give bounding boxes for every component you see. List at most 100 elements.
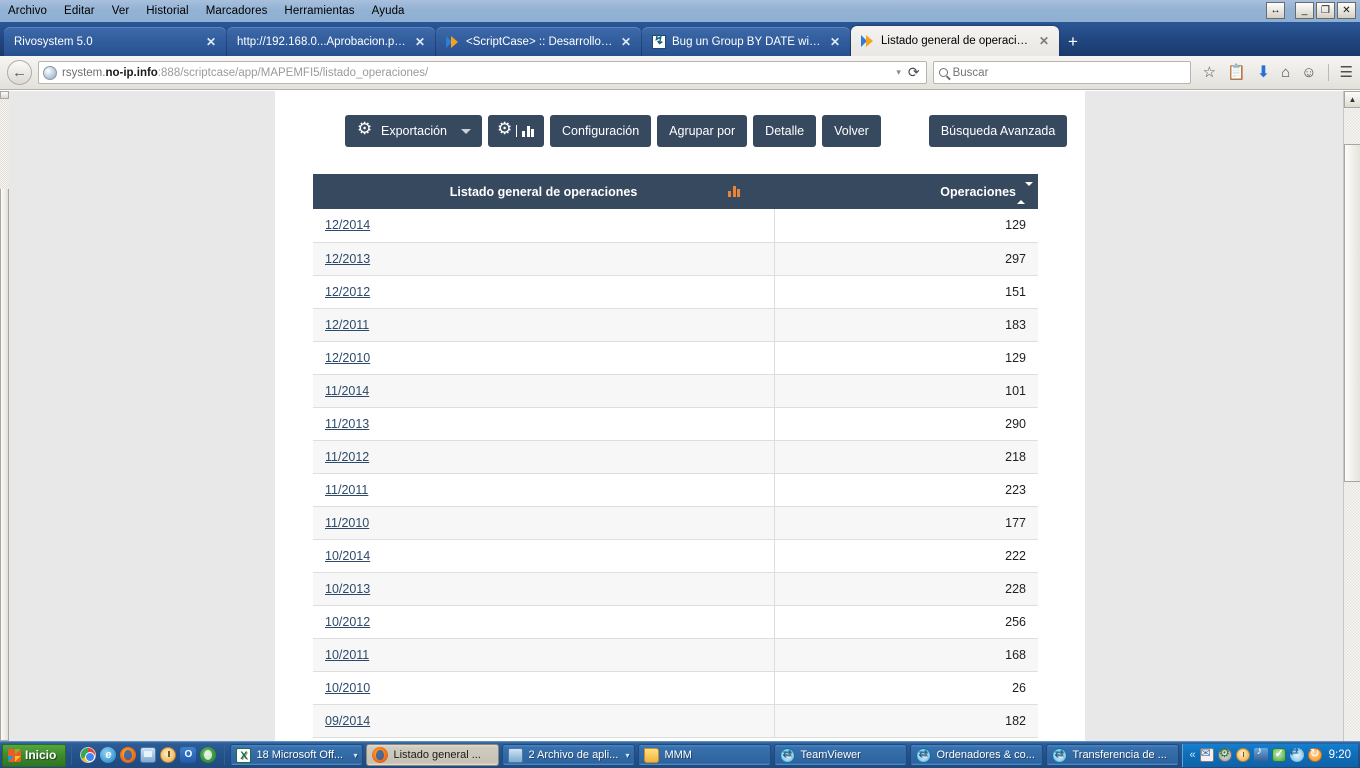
clock-icon[interactable] — [160, 747, 177, 763]
back-button-volver[interactable]: Volver — [822, 115, 881, 147]
page-vertical-scrollbar[interactable]: ▲ — [1343, 91, 1360, 741]
network-icon[interactable] — [1217, 745, 1232, 762]
tray-clock[interactable]: 9:20 — [1326, 749, 1351, 761]
search-input[interactable] — [952, 66, 1185, 79]
browser-tab-bug[interactable]: Bug un Group BY DATE with c... ✕ — [642, 27, 850, 56]
menu-marcadores[interactable]: Marcadores — [206, 5, 268, 17]
menu-archivo[interactable]: Archivo — [8, 5, 47, 17]
taskbar-item-listado-general[interactable]: Listado general ... — [366, 744, 500, 766]
taskbar-item-archivo-aplicacion[interactable]: 2 Archivo de apli... ▾ — [502, 744, 636, 766]
tab-close-icon[interactable]: ✕ — [1037, 34, 1051, 48]
search-box[interactable] — [932, 61, 1191, 84]
new-tab-button[interactable]: + — [1060, 28, 1086, 56]
table-cell-value: 129 — [774, 209, 1038, 243]
browser-tab-rivosystem[interactable]: Rivosystem 5.0 ✕ — [4, 27, 226, 56]
reload-icon[interactable]: ⟳ — [908, 64, 920, 81]
row-link[interactable]: 10/2014 — [325, 549, 370, 563]
chevron-down-icon[interactable]: ▾ — [896, 67, 901, 78]
scroll-track[interactable] — [0, 189, 9, 741]
table-cell-label: 11/2010 — [313, 506, 775, 540]
advanced-search-button[interactable]: Búsqueda Avanzada — [928, 115, 1068, 147]
row-link[interactable]: 09/2014 — [325, 714, 370, 728]
scroll-up-arrow-icon[interactable]: ▲ — [1344, 91, 1360, 108]
row-link[interactable]: 12/2012 — [325, 285, 370, 299]
url-text: rsystem.no-ip.info:888/scriptcase/app/MA… — [62, 67, 428, 79]
window-restore-button[interactable]: ❐ — [1316, 2, 1335, 19]
row-link[interactable]: 10/2010 — [325, 681, 370, 695]
outlook-icon[interactable]: O — [180, 747, 197, 763]
scroll-thumb[interactable] — [1344, 144, 1360, 482]
grid-header-title[interactable]: Listado general de operaciones — [313, 174, 774, 209]
taskbar-item-mmm[interactable]: MMM — [638, 744, 772, 766]
row-link[interactable]: 12/2014 — [325, 218, 370, 232]
menu-ver[interactable]: Ver — [112, 5, 130, 17]
row-link[interactable]: 11/2010 — [325, 516, 369, 530]
teamviewer-icon[interactable] — [1289, 745, 1304, 762]
download-icon[interactable]: ⬇ — [1257, 64, 1270, 81]
scroll-up-button[interactable] — [0, 91, 9, 99]
hamburger-menu-icon[interactable]: ☰ — [1340, 65, 1353, 80]
row-link[interactable]: 11/2014 — [325, 384, 369, 398]
row-link[interactable]: 10/2012 — [325, 615, 370, 629]
amber-clock-icon[interactable] — [1235, 748, 1250, 762]
window-close-button[interactable]: ✕ — [1337, 2, 1356, 19]
grid-header-operations[interactable]: Operaciones — [728, 174, 1038, 209]
grid-header-operations-label: Operaciones — [940, 184, 1016, 199]
volume-icon[interactable] — [1253, 745, 1268, 762]
table-cell-value: 256 — [774, 605, 1038, 639]
chat-icon[interactable]: ☺ — [1301, 65, 1316, 80]
reading-list-icon[interactable]: 📋 — [1227, 65, 1246, 80]
chrome-icon[interactable] — [80, 747, 97, 763]
row-link[interactable]: 11/2011 — [325, 483, 368, 497]
window-minimize-button[interactable]: _ — [1295, 2, 1314, 19]
browser-tab-aprobacion[interactable]: http://192.168.0...Aprobacion.php? ✕ — [227, 27, 435, 56]
row-link[interactable]: 12/2010 — [325, 351, 370, 365]
taskbar-item-label: Ordenadores & co... — [936, 749, 1035, 761]
row-link[interactable]: 12/2013 — [325, 252, 370, 266]
tab-close-icon[interactable]: ✕ — [828, 35, 842, 49]
menu-herramientas[interactable]: Herramientas — [284, 5, 354, 17]
chevron-down-icon[interactable]: ▾ — [353, 751, 357, 760]
shield-icon[interactable] — [1271, 747, 1286, 762]
mail-icon[interactable] — [1199, 746, 1214, 762]
bookmark-star-icon[interactable]: ☆ — [1203, 65, 1216, 80]
window-resize-button[interactable]: ↔ — [1266, 2, 1285, 19]
row-link[interactable]: 11/2013 — [325, 417, 369, 431]
export-button[interactable]: Exportación — [345, 115, 483, 147]
row-link[interactable]: 12/2011 — [325, 318, 369, 332]
taskbar-item-ordenadores[interactable]: Ordenadores & co... — [910, 744, 1044, 766]
menu-historial[interactable]: Historial — [146, 5, 188, 17]
browser-tab-listado-operaciones[interactable]: Listado general de operaciones ✕ — [851, 26, 1059, 56]
configuration-button[interactable]: Configuración — [550, 115, 652, 147]
menu-editar[interactable]: Editar — [64, 5, 95, 17]
chevron-down-icon[interactable]: ▾ — [625, 751, 629, 760]
chart-settings-button[interactable] — [488, 115, 545, 147]
bar-chart-icon[interactable] — [728, 185, 740, 197]
back-button[interactable]: ← — [7, 60, 32, 85]
sort-updown-icon[interactable] — [1017, 181, 1033, 204]
browser-tab-scriptcase[interactable]: <ScriptCase> :: Desarrollo - ... ✕ — [436, 27, 641, 56]
firefox-green-icon[interactable] — [200, 747, 217, 763]
taskbar-item-transferencia[interactable]: Transferencia de ... — [1046, 744, 1180, 766]
detail-button[interactable]: Detalle — [753, 115, 817, 147]
group-by-button[interactable]: Agrupar por — [657, 115, 748, 147]
home-icon[interactable]: ⌂ — [1281, 65, 1290, 80]
tab-close-icon[interactable]: ✕ — [619, 35, 633, 49]
address-bar[interactable]: rsystem.no-ip.info:888/scriptcase/app/MA… — [38, 61, 927, 84]
orange-sync-icon[interactable] — [1307, 746, 1322, 762]
internet-explorer-icon[interactable]: e — [100, 747, 117, 763]
phone-icon[interactable] — [140, 747, 157, 763]
tab-close-icon[interactable]: ✕ — [204, 35, 218, 49]
left-edge-scrollbar[interactable] — [0, 91, 9, 741]
scroll-thumb[interactable] — [0, 99, 9, 189]
start-button[interactable]: Inicio — [2, 743, 67, 767]
tab-close-icon[interactable]: ✕ — [413, 35, 427, 49]
taskbar-item-teamviewer[interactable]: TeamViewer — [774, 744, 908, 766]
tray-expand-icon[interactable]: « — [1189, 749, 1195, 761]
row-link[interactable]: 10/2011 — [325, 648, 369, 662]
taskbar-item-microsoft-office[interactable]: X 18 Microsoft Off... ▾ — [230, 744, 364, 766]
menu-ayuda[interactable]: Ayuda — [372, 5, 405, 17]
row-link[interactable]: 11/2012 — [325, 450, 369, 464]
row-link[interactable]: 10/2013 — [325, 582, 370, 596]
firefox-icon[interactable] — [120, 747, 137, 763]
